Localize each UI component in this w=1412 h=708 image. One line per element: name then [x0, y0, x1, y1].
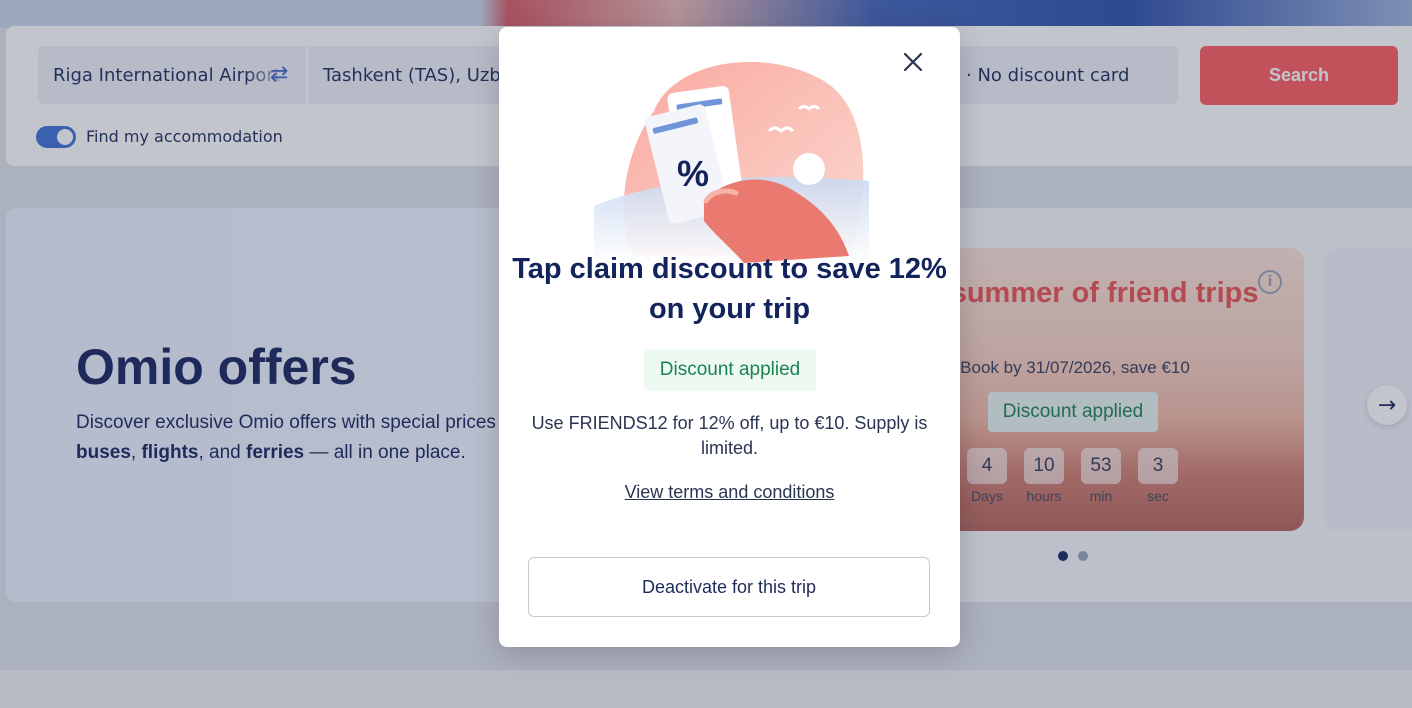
modal-description: Use FRIENDS12 for 12% off, up to €10. Su… [531, 413, 928, 458]
deactivate-button[interactable]: Deactivate for this trip [528, 557, 930, 617]
percent-symbol: % [677, 153, 709, 194]
close-icon[interactable] [900, 49, 926, 75]
discount-applied-badge: Discount applied [644, 349, 816, 391]
modal-title: Tap claim discount to save 12% on your t… [512, 253, 947, 325]
discount-ticket-illustration: % [594, 61, 869, 263]
discount-modal: % Tap claim discount to save 12% on your… [499, 27, 960, 647]
terms-link[interactable]: View terms and conditions [499, 482, 960, 503]
